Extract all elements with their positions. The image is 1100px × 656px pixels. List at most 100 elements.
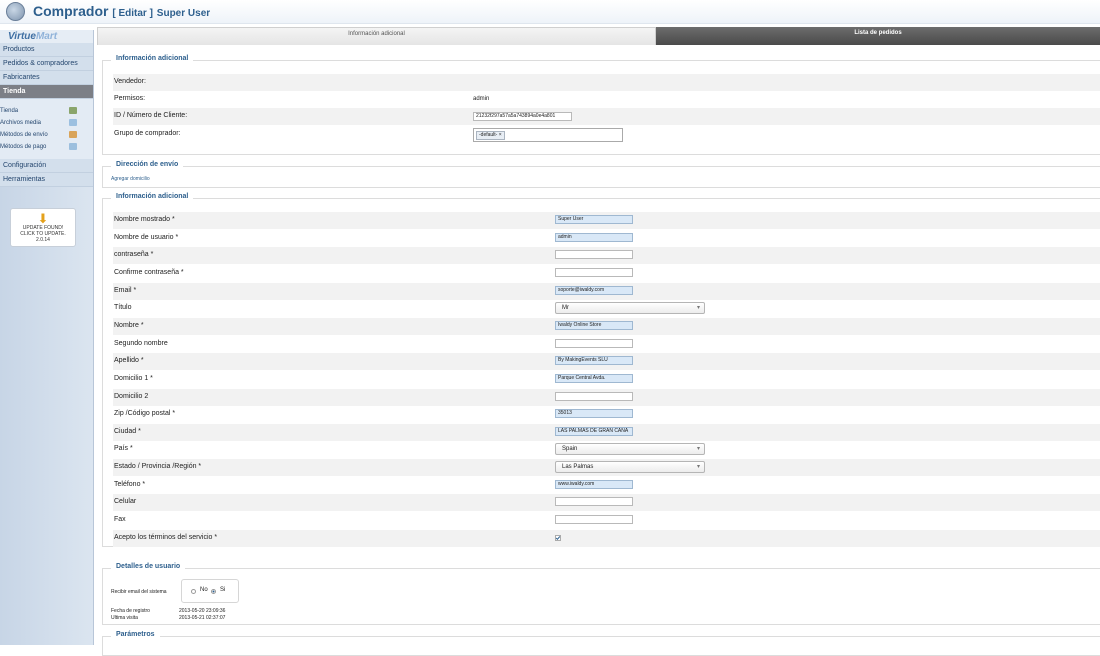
section-legend: Información adicional xyxy=(111,55,194,62)
field-label: Email * xyxy=(114,286,137,294)
ciudad-field[interactable]: LAS PALMAS DE GRAN CANA xyxy=(555,426,633,436)
store-icon xyxy=(69,107,77,114)
sidebar: VirtueMart Productos Pedidos & comprador… xyxy=(0,30,94,645)
payment-icon xyxy=(69,143,77,150)
page-title: Comprador [ Editar ] Super User xyxy=(33,3,210,19)
field-label: Apellido * xyxy=(114,357,144,365)
field-label: Zip /Código postal * xyxy=(114,410,176,418)
sidebar-item-configuracion[interactable]: Configuración xyxy=(0,159,93,173)
select-value: Spain xyxy=(562,446,578,453)
sidebar-item-fabricantes[interactable]: Fabricantes xyxy=(0,71,93,85)
telefono-field[interactable]: www.iwaldy.com xyxy=(555,479,633,489)
form-row: Zip /Código postal * 35013 xyxy=(113,406,1100,423)
radio-no[interactable] xyxy=(191,589,196,594)
page-title-mode: [ Editar ] xyxy=(112,8,153,19)
permissions-value: admin xyxy=(473,96,490,102)
form-row: Estado / Provincia /Región * Las Palmas ▾ xyxy=(113,459,1100,477)
section-legend: Detalles de usuario xyxy=(111,563,186,570)
form-row: Grupo de comprador: -default- × xyxy=(113,125,1100,145)
permissions-label: Permisos: xyxy=(114,95,146,102)
field-label: Nombre de usuario * xyxy=(114,233,179,241)
pais-select[interactable]: Spain ▾ xyxy=(555,443,705,456)
sidebar-item-tienda[interactable]: Tienda xyxy=(0,85,93,99)
shipping-icon xyxy=(69,131,77,138)
sidebar-subitem-label: Tienda xyxy=(0,108,19,114)
section-legend: Parámetros xyxy=(111,631,160,638)
form-row: Nombre * Iwaldy Online Store xyxy=(113,317,1100,335)
radio-si-label: Si xyxy=(220,587,226,593)
domicilio-2-field[interactable] xyxy=(555,391,633,401)
estado-provincia-region-select[interactable]: Las Palmas ▾ xyxy=(555,461,705,474)
radio-si[interactable] xyxy=(211,589,216,594)
domicilio-1-field[interactable]: Parque Central Avda. xyxy=(555,373,633,383)
registration-date-label: Fecha de registro xyxy=(111,608,150,614)
page-title-user: Super User xyxy=(156,8,211,19)
field-label: Domicilio 2 xyxy=(114,392,149,400)
logo-main-text: Virtue xyxy=(8,31,36,42)
radio-no-label: No xyxy=(200,587,208,593)
shopper-group-field[interactable]: -default- × xyxy=(473,128,623,142)
field-label: Celular xyxy=(114,498,137,506)
tab-bar: Información adicional Lista de pedidos xyxy=(97,27,1100,45)
customer-globe-icon xyxy=(6,2,25,21)
field-label: Nombre mostrado * xyxy=(114,216,175,223)
nombre-field[interactable]: Iwaldy Online Store xyxy=(555,320,633,330)
sidebar-item-pedidos[interactable]: Pedidos & compradores xyxy=(0,57,93,71)
shopper-group-label: Grupo de comprador: xyxy=(114,130,181,137)
customer-id-field[interactable]: 21232f297a57a5a743894a0e4a801 xyxy=(473,112,572,121)
contrasena-field[interactable] xyxy=(555,250,633,260)
form-row: Permisos: admin xyxy=(113,91,1100,108)
add-address-link[interactable]: Agregar domicilio xyxy=(111,176,150,182)
form-row: Domicilio 1 * Parque Central Avda. xyxy=(113,371,1100,388)
form-row: Domicilio 2 xyxy=(113,388,1100,406)
fax-field[interactable] xyxy=(555,515,633,525)
nombre-mostrado-field[interactable]: Super User xyxy=(555,215,633,224)
sidebar-subitem-metodos-pago[interactable]: Métodos de pago xyxy=(0,141,93,153)
titulo-select[interactable]: Mr ▾ xyxy=(555,302,705,315)
last-visit-label: Ultima visita xyxy=(111,615,138,621)
form-row: Email * soporte@iwaldy.com xyxy=(113,282,1100,300)
zip-codigo-postal-field[interactable]: 35013 xyxy=(555,409,633,419)
form-row: Segundo nombre xyxy=(113,336,1100,353)
field-label: contraseña * xyxy=(114,251,154,259)
form-row: Vendedor: xyxy=(113,74,1100,91)
form-row: Título Mr ▾ xyxy=(113,300,1100,317)
form-row: Fax xyxy=(113,512,1100,529)
update-notice-button[interactable]: ⬇ UPDATE FOUND! CLICK TO UPDATE. 2.0.14 xyxy=(10,208,76,247)
field-label: Ciudad * xyxy=(114,427,141,435)
terms-checkbox[interactable] xyxy=(555,534,561,541)
sidebar-subitem-tienda[interactable]: Tienda xyxy=(0,105,93,117)
shopper-group-tag: -default- xyxy=(479,132,498,138)
remove-tag-icon[interactable]: × xyxy=(499,132,502,138)
form-row: Nombre mostrado * Super User xyxy=(113,212,1100,229)
form-row: ID / Número de Cliente: 21232f297a57a5a7… xyxy=(113,108,1100,125)
section-parameters: Parámetros xyxy=(102,631,1100,656)
email-field[interactable]: soporte@iwaldy.com xyxy=(555,285,633,295)
celular-field[interactable] xyxy=(555,497,633,507)
segundo-nombre-field[interactable] xyxy=(555,338,633,348)
confirme-contrasena-field[interactable] xyxy=(555,267,633,277)
media-icon xyxy=(69,119,77,126)
tab-informacion-adicional[interactable]: Información adicional xyxy=(97,27,656,45)
system-email-label: Recibir email del sistema xyxy=(111,589,167,595)
field-label: Segundo nombre xyxy=(114,339,168,347)
field-label: Confirme contraseña * xyxy=(114,268,184,276)
field-label: Domicilio 1 * xyxy=(114,374,153,382)
nombre-de-usuario-field[interactable]: admin xyxy=(555,232,633,242)
customer-id-label: ID / Número de Cliente: xyxy=(114,112,188,119)
sidebar-subitem-metodos-envio[interactable]: Métodos de envío xyxy=(0,129,93,141)
field-label: Acepto los términos del servicio * xyxy=(114,533,218,541)
tab-lista-pedidos[interactable]: Lista de pedidos xyxy=(656,27,1100,45)
sidebar-item-productos[interactable]: Productos xyxy=(0,43,93,57)
registration-date-value: 2013-05-20 23:09:36 xyxy=(179,608,226,614)
form-row: Confirme contraseña * xyxy=(113,265,1100,282)
system-email-radio-group: No Si xyxy=(181,579,239,603)
virtuemart-logo[interactable]: VirtueMart xyxy=(0,30,93,43)
form-row: Nombre de usuario * admin xyxy=(113,230,1100,247)
section-legend: Información adicional xyxy=(111,193,194,200)
apellido-field[interactable]: By MakingEvents SLU xyxy=(555,356,633,366)
form-row: Teléfono * www.iwaldy.com xyxy=(113,477,1100,494)
sidebar-subitem-archivos-media[interactable]: Archivos media xyxy=(0,117,93,129)
sidebar-item-herramientas[interactable]: Herramientas xyxy=(0,173,93,187)
field-label: Fax xyxy=(114,516,126,524)
